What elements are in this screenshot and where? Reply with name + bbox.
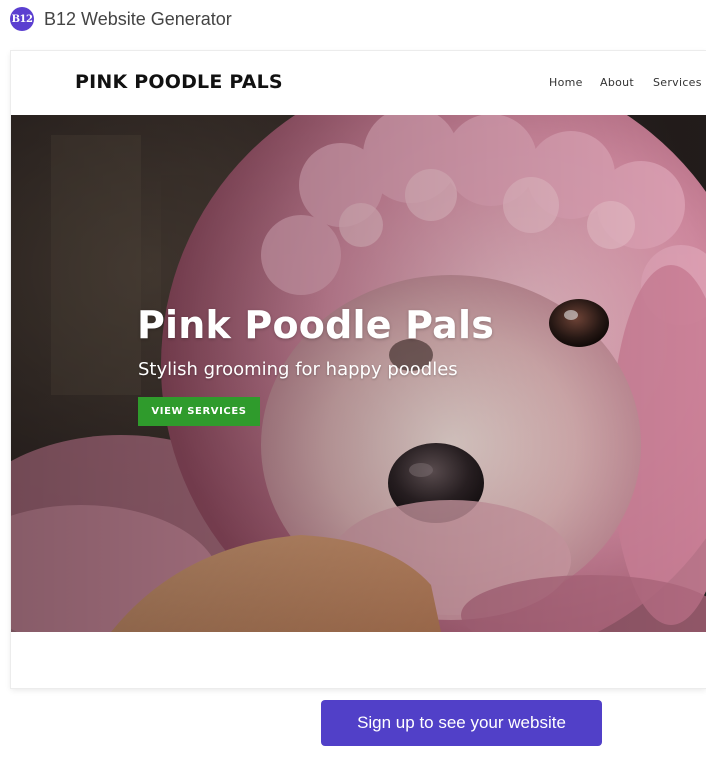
view-services-button[interactable]: VIEW SERVICES: [138, 397, 260, 426]
nav-link-services[interactable]: Services: [653, 76, 702, 89]
site-navbar: PINK POODLE PALS Home About Services: [11, 51, 706, 115]
b12-logo-icon: B12: [10, 7, 34, 31]
app-title: B12 Website Generator: [44, 9, 232, 29]
site-logo[interactable]: PINK POODLE PALS: [75, 71, 283, 93]
nav-link-home[interactable]: Home: [549, 76, 583, 89]
hero-section: Pink Poodle Pals Stylish grooming for ha…: [11, 115, 706, 632]
hero-subtitle: Stylish grooming for happy poodles: [138, 359, 458, 380]
signup-button[interactable]: Sign up to see your website: [321, 700, 602, 746]
website-preview: PINK POODLE PALS Home About Services Pin…: [11, 51, 706, 688]
hero-title: Pink Poodle Pals: [137, 303, 495, 347]
app-header: B12 B12 Website Generator: [0, 0, 706, 38]
nav-link-about[interactable]: About: [600, 76, 634, 89]
